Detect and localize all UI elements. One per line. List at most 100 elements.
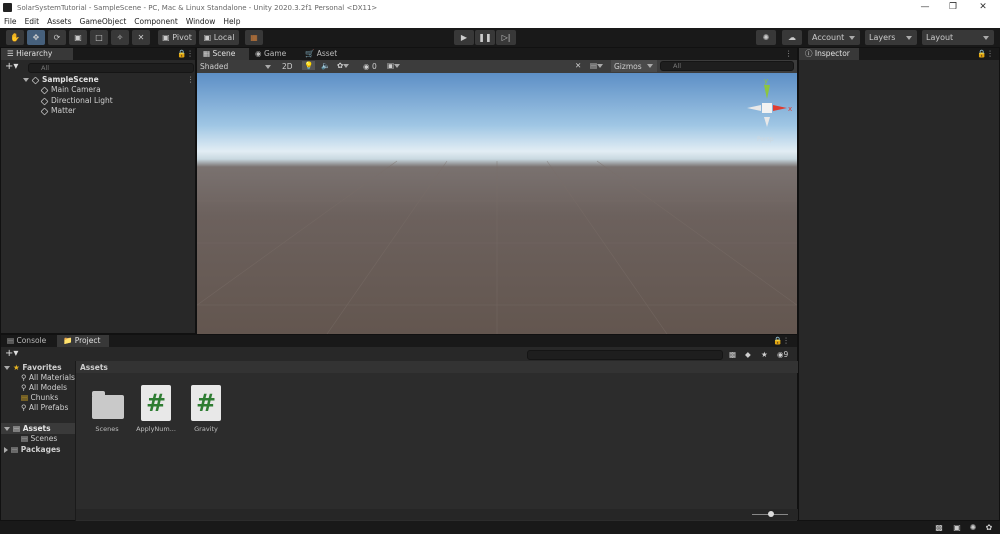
gizmo-y-arrow[interactable]: [764, 85, 770, 99]
local-toggle[interactable]: ▣ Local: [199, 30, 239, 45]
cloud-icon[interactable]: ☁: [782, 30, 802, 45]
favorite-all-prefabs[interactable]: ⚲ All Prefabs: [21, 403, 75, 412]
menu-edit[interactable]: Edit: [25, 17, 40, 26]
csharp-script-icon[interactable]: #: [191, 385, 221, 421]
collab-icon[interactable]: ✺: [756, 30, 776, 45]
menu-window[interactable]: Window: [186, 17, 216, 26]
menu-assets[interactable]: Assets: [47, 17, 71, 26]
favorite-all-models[interactable]: ⚲ All Models: [21, 383, 67, 392]
gizmos-dropdown[interactable]: Gizmos: [611, 60, 657, 72]
folder-icon[interactable]: [92, 391, 124, 419]
gizmo-x-label: x: [788, 105, 792, 113]
gizmo-persp-label[interactable]: Persp: [757, 136, 774, 143]
tab-inspector[interactable]: ⓘ Inspector: [799, 48, 859, 60]
favorite-chunks[interactable]: ▤ Chunks: [21, 393, 58, 402]
filter-label-icon[interactable]: ◆: [745, 350, 751, 359]
layout-dropdown[interactable]: Layout: [922, 30, 994, 45]
tab-project[interactable]: 📁 Project: [57, 335, 109, 347]
assets-label: Assets: [22, 424, 51, 433]
inspector-tabbar: ⓘ Inspector 🔒⋮: [799, 48, 999, 60]
layers-dropdown[interactable]: Layers: [865, 30, 917, 45]
tab-scene[interactable]: ▦ Scene: [197, 48, 249, 60]
asset-item-label[interactable]: Gravity: [179, 425, 233, 433]
camera-settings-icon[interactable]: ▣: [387, 61, 403, 70]
step-button[interactable]: ▷|: [496, 30, 516, 45]
asset-item-label[interactable]: ApplyNum...: [129, 425, 183, 433]
scene-menu-icon[interactable]: ⋮: [187, 75, 195, 84]
favorites-node[interactable]: ★ Favorites: [4, 363, 62, 372]
orientation-gizmo[interactable]: y x Persp: [737, 75, 797, 145]
star-icon: ★: [13, 363, 20, 372]
create-plus-icon[interactable]: +▾: [5, 61, 18, 72]
scene-viewport[interactable]: y x Persp: [197, 73, 797, 334]
gizmo-center-cube[interactable]: [762, 103, 772, 113]
minimize-button[interactable]: —: [910, 0, 940, 15]
effects-dropdown-icon[interactable]: ✿: [337, 61, 352, 70]
inspector-lock-icon[interactable]: 🔒⋮: [977, 49, 994, 58]
cache-icon[interactable]: ▣: [952, 523, 962, 532]
project-create-plus-icon[interactable]: +▾: [5, 348, 18, 359]
debug-icon[interactable]: ✺: [968, 523, 978, 532]
transform-tool-icon[interactable]: ✧: [111, 30, 129, 45]
rect-tool-icon[interactable]: □: [90, 30, 108, 45]
play-button[interactable]: ▶: [454, 30, 474, 45]
breadcrumb-assets[interactable]: Assets: [80, 363, 108, 372]
lock-icon[interactable]: 🔒⋮: [177, 49, 194, 58]
search-icon: ⚲: [21, 383, 27, 392]
layers-label: Layers: [869, 33, 896, 42]
icon-size-slider-handle[interactable]: [768, 511, 774, 517]
expand-arrow-icon: [4, 427, 10, 431]
hierarchy-item-directional-light[interactable]: Directional Light: [40, 96, 113, 105]
menu-help[interactable]: Help: [223, 17, 240, 26]
hidden-packages-toggle[interactable]: ◉9: [777, 350, 788, 359]
grid-snap-icon[interactable]: ▦: [245, 30, 263, 45]
close-button[interactable]: ✕: [968, 0, 998, 15]
unity-logo-icon: [3, 3, 12, 12]
assets-node[interactable]: ▤ Assets: [4, 424, 51, 433]
hierarchy-search-input[interactable]: All: [28, 63, 194, 73]
pivot-toggle[interactable]: ▣ Pivot: [158, 30, 196, 45]
tools-icon[interactable]: ✕: [575, 61, 581, 70]
gizmo-x-arrow[interactable]: [773, 105, 787, 111]
hidden-objects-toggle[interactable]: ◉ 0: [363, 62, 377, 71]
tab-console[interactable]: ▤ Console: [1, 335, 57, 347]
project-lock-icon[interactable]: 🔒⋮: [773, 336, 790, 345]
audio-toggle-icon[interactable]: 🔈: [321, 61, 330, 70]
lighting-toggle-icon[interactable]: 💡: [302, 61, 316, 70]
scale-tool-icon[interactable]: ▣: [69, 30, 87, 45]
scene-root[interactable]: SampleScene: [23, 75, 99, 84]
auto-generate-lighting-icon[interactable]: ✿: [984, 523, 994, 532]
custom-tool-icon[interactable]: ✕: [132, 30, 150, 45]
shading-dropdown[interactable]: Shaded: [200, 62, 274, 71]
asset-item-label[interactable]: Scenes: [80, 425, 134, 433]
maximize-button[interactable]: ❐: [938, 0, 968, 15]
tab-game[interactable]: ◉ Game: [249, 48, 297, 60]
gizmo-neg-x-arrow[interactable]: [747, 105, 761, 111]
gizmo-neg-y-arrow[interactable]: [764, 117, 770, 127]
tab-hierarchy[interactable]: ☰ Hierarchy: [1, 48, 73, 60]
csharp-script-icon[interactable]: #: [141, 385, 171, 421]
scene-tab-menu-icon[interactable]: ⋮: [785, 49, 793, 58]
favorite-star-icon[interactable]: ★: [761, 350, 768, 359]
filter-type-icon[interactable]: ▩: [729, 350, 736, 359]
hand-tool-icon[interactable]: ✋: [6, 30, 24, 45]
rotate-tool-icon[interactable]: ⟳: [48, 30, 66, 45]
tab-asset-store[interactable]: 🛒 Asset Store: [299, 48, 365, 70]
move-tool-icon[interactable]: ✥: [27, 30, 45, 45]
menu-component[interactable]: Component: [134, 17, 178, 26]
pause-button[interactable]: ❚❚: [475, 30, 495, 45]
hierarchy-item-main-camera[interactable]: Main Camera: [40, 85, 101, 94]
menu-file[interactable]: File: [4, 17, 17, 26]
account-dropdown[interactable]: Account: [808, 30, 860, 45]
project-search-input[interactable]: [527, 350, 723, 360]
2d-toggle[interactable]: 2D: [282, 62, 293, 71]
menu-gameobject[interactable]: GameObject: [80, 17, 127, 26]
packages-node[interactable]: ▤ Packages: [4, 445, 61, 454]
camera-icon[interactable]: ▤: [590, 61, 606, 70]
hierarchy-item-matter[interactable]: Matter: [40, 106, 76, 115]
scenes-label: Scenes: [30, 434, 58, 443]
favorite-all-materials[interactable]: ⚲ All Materials: [21, 373, 75, 382]
progress-icon[interactable]: ▩: [934, 523, 944, 532]
assets-scenes-node[interactable]: ▤ Scenes: [21, 434, 57, 443]
scene-search-input[interactable]: All: [660, 61, 794, 71]
